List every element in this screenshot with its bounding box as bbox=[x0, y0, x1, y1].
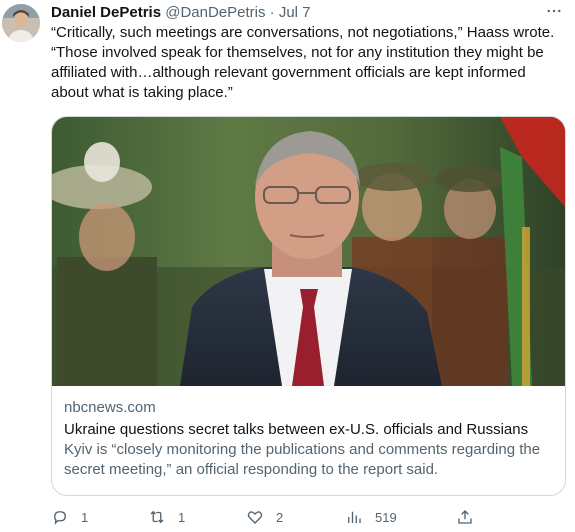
more-horizontal-icon[interactable] bbox=[545, 2, 563, 25]
heart-icon bbox=[247, 511, 263, 524]
card-title: Ukraine questions secret talks between e… bbox=[64, 421, 529, 438]
like-count: 2 bbox=[276, 509, 284, 525]
avatar[interactable] bbox=[2, 4, 40, 42]
retweet-icon bbox=[150, 510, 164, 524]
share-icon bbox=[458, 510, 472, 524]
reply-icon bbox=[54, 511, 66, 525]
retweet-count: 1 bbox=[178, 509, 186, 525]
author-name[interactable]: Daniel DePetris bbox=[51, 4, 161, 21]
retweet-button[interactable]: 1 bbox=[148, 506, 185, 528]
views-chart-icon bbox=[348, 511, 361, 523]
separator-dot: · bbox=[269, 4, 275, 21]
share-button[interactable] bbox=[456, 506, 474, 528]
avatar-image bbox=[2, 4, 40, 42]
reply-count: 1 bbox=[81, 509, 89, 525]
card-description: Kyiv is “closely monitoring the publicat… bbox=[64, 441, 541, 478]
card-domain: nbcnews.com bbox=[64, 399, 156, 416]
link-card[interactable]: nbcnews.com Ukraine questions secret tal… bbox=[51, 116, 566, 496]
card-text[interactable]: nbcnews.com Ukraine questions secret tal… bbox=[64, 398, 553, 480]
author-handle[interactable]: @DanDePetris bbox=[165, 4, 265, 21]
reply-button[interactable]: 1 bbox=[51, 506, 88, 528]
like-button[interactable]: 2 bbox=[246, 506, 283, 528]
tweet[interactable]: Daniel DePetris @DanDePetris · Jul 7 “Cr… bbox=[0, 0, 575, 532]
tweet-text: “Critically, such meetings are conversat… bbox=[51, 24, 555, 101]
card-image[interactable] bbox=[52, 117, 565, 386]
tweet-header: Daniel DePetris @DanDePetris · Jul 7 bbox=[51, 3, 565, 23]
tweet-actions: 1 1 2 519 bbox=[51, 506, 563, 528]
tweet-date[interactable]: Jul 7 bbox=[279, 4, 311, 21]
views-button[interactable]: 519 bbox=[345, 506, 397, 528]
views-count: 519 bbox=[375, 509, 397, 525]
